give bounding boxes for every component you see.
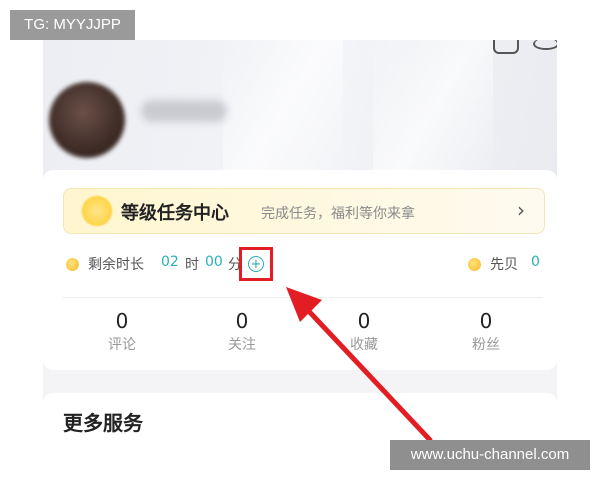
remaining-time-label: 剩余时长: [88, 257, 144, 273]
coins-value: 0: [531, 254, 540, 270]
avatar[interactable]: [49, 82, 125, 158]
remaining-minutes: 00: [205, 254, 223, 270]
annotation-highlight-box: [239, 247, 273, 281]
level-task-center-banner[interactable]: 等级任务中心 完成任务，福利等你来拿 ›: [63, 188, 545, 234]
more-services-section: 更多服务: [43, 393, 557, 440]
stat-label: 收藏: [350, 337, 378, 353]
stat-comments[interactable]: 0 评论: [72, 308, 172, 356]
stat-value: 0: [235, 309, 249, 333]
services-title: 更多服务: [63, 411, 143, 435]
hours-unit: 时: [185, 257, 199, 273]
username-blurred: [141, 100, 227, 122]
coin-icon: [468, 258, 481, 271]
clock-coin-icon: [66, 258, 79, 271]
stat-label: 关注: [228, 337, 256, 353]
sparkle-star-icon: [80, 195, 114, 227]
remaining-hours: 02: [161, 254, 179, 270]
bell-icon[interactable]: [493, 40, 519, 54]
stat-label: 粉丝: [472, 337, 500, 353]
watermark-top-left: TG: MYYJJPP: [10, 10, 135, 40]
banner-subtitle: 完成任务，福利等你来拿: [261, 206, 415, 222]
account-card: 等级任务中心 完成任务，福利等你来拿 › 剩余时长 02 时 00 分 + 先贝…: [43, 170, 557, 370]
stat-value: 0: [357, 309, 371, 333]
stat-favorites[interactable]: 0 收藏: [314, 308, 414, 356]
stat-value: 0: [479, 309, 493, 333]
watermark-bottom-right: www.uchu-channel.com: [390, 440, 590, 470]
profile-panel: 等级任务中心 完成任务，福利等你来拿 › 剩余时长 02 时 00 分 + 先贝…: [43, 40, 557, 440]
decorative-stripe: [373, 40, 493, 180]
banner-title: 等级任务中心: [121, 203, 229, 224]
stat-label: 评论: [108, 337, 136, 353]
divider: [63, 297, 543, 298]
stat-following[interactable]: 0 关注: [192, 308, 292, 356]
chevron-right-icon: ›: [517, 198, 525, 222]
gear-icon[interactable]: [533, 40, 557, 50]
stat-fans[interactable]: 0 粉丝: [436, 308, 536, 356]
coins-label: 先贝: [490, 257, 518, 273]
decorative-stripe: [223, 40, 343, 180]
stat-value: 0: [115, 309, 129, 333]
